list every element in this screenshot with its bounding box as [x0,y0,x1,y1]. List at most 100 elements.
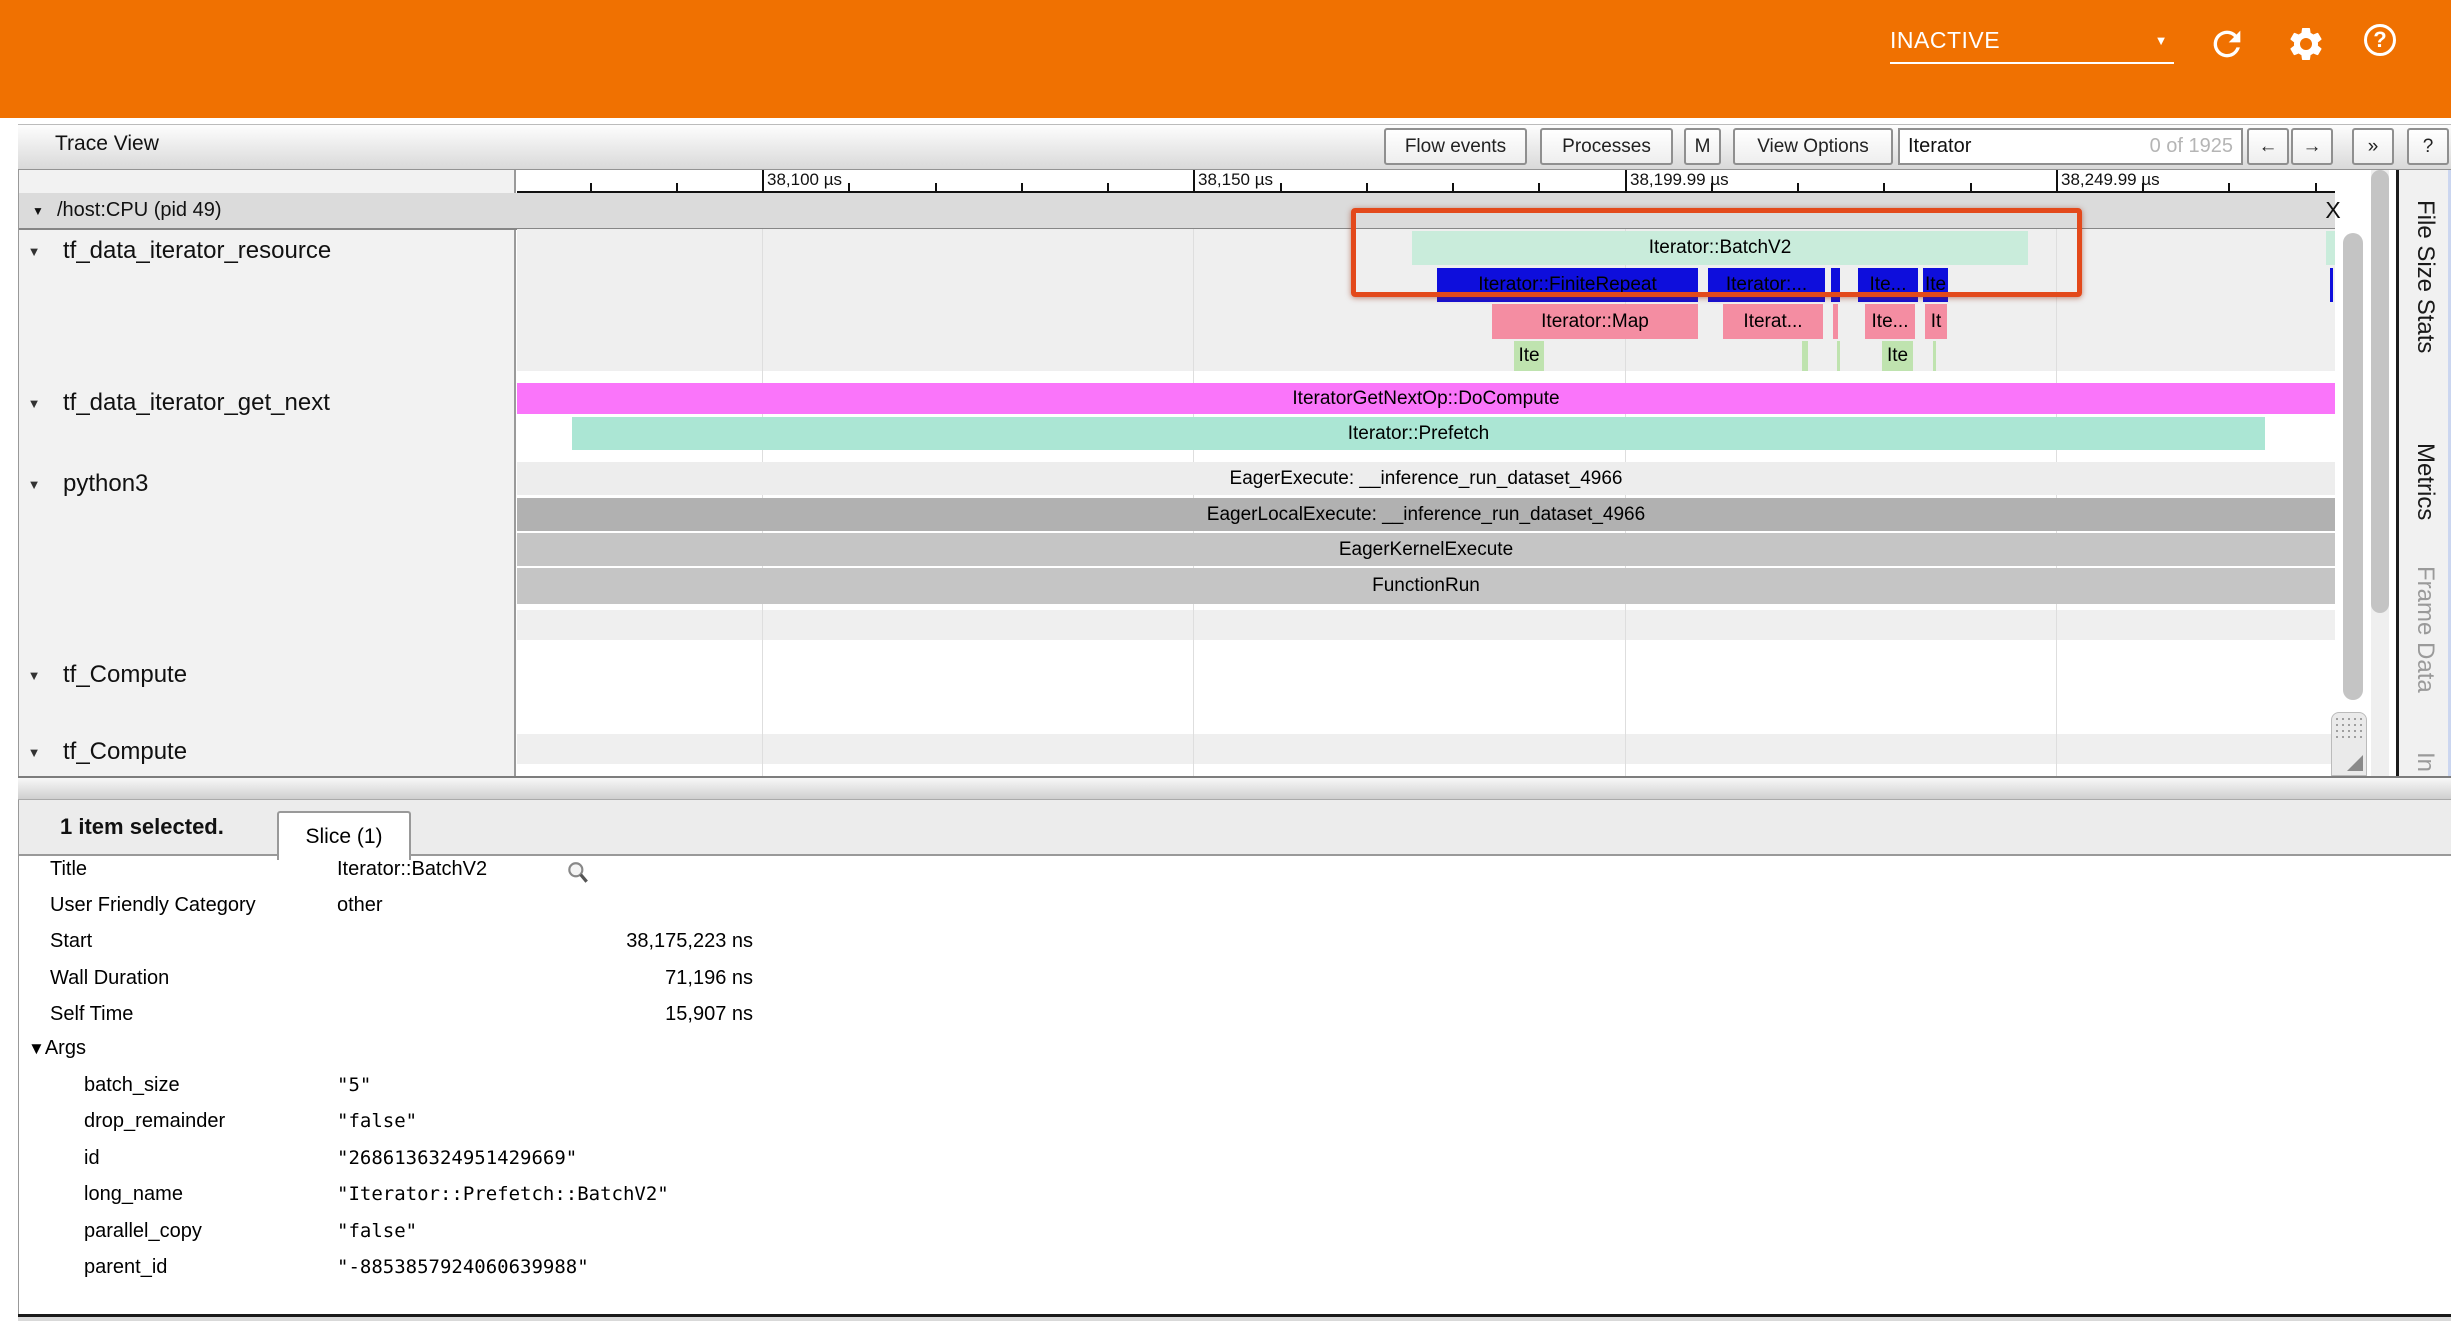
row-stripe [517,734,2335,764]
trace-event-bar[interactable]: Ite [1514,341,1544,371]
ruler-minor-tick [1970,183,1972,191]
toolbar-button-viewoptions[interactable]: View Options [1733,128,1893,165]
collapse-triangle-icon: ▼ [19,477,49,492]
sidebar-tab-in[interactable]: In [2411,752,2439,772]
collapse-triangle-icon: ▼ [19,745,49,760]
track-label-tf_Compute[interactable]: ▼ tf_Compute [19,737,499,767]
trace-event-bar[interactable]: EagerLocalExecute: __inference_run_datas… [517,498,2335,531]
trace-event-bar[interactable]: Iterat... [1723,304,1823,339]
toolbar-button-[interactable]: » [2352,128,2394,165]
sidebar-tab-metrics[interactable]: Metrics [2411,443,2439,520]
sidebar-tab-frame-data[interactable]: Frame Data [2411,566,2439,693]
trace-event-bar[interactable] [2326,231,2335,265]
ruler-minor-tick [1452,183,1454,191]
details-row-title: TitleIterator::BatchV2 [0,858,1200,894]
trace-event-bar[interactable] [1833,304,1838,339]
details-field-label: parallel_copy [84,1220,202,1243]
search-input[interactable]: Iterator 0 of 1925 [1898,128,2243,165]
close-process-button[interactable]: X [2315,193,2351,228]
tab-slice-label: Slice (1) [305,825,382,849]
details-field-value: "false" [337,1110,753,1132]
toolbar-button-m[interactable]: M [1684,128,1721,165]
settings-gear-icon[interactable] [2286,24,2326,64]
details-field-label: User Friendly Category [50,894,256,917]
details-row-parent_id: parent_id "-8853857924060639988" [0,1256,1200,1292]
track-label-tf_Compute[interactable]: ▼ tf_Compute [19,660,499,690]
ruler-minor-tick [2228,183,2230,191]
panel-resize-grip[interactable] [2331,712,2367,776]
ruler-minor-tick [590,183,592,191]
trace-event-bar[interactable]: FunctionRun [517,568,2335,604]
details-field-label: drop_remainder [84,1110,225,1133]
tab-slice[interactable]: Slice (1) [277,811,411,860]
details-field-value: "5" [337,1074,753,1096]
ruler-minor-tick [2142,183,2144,191]
details-row-drop_remainder: drop_remainder "false" [0,1110,1200,1146]
toolbar-button-[interactable]: → [2291,128,2333,165]
magnifier-icon[interactable] [565,860,591,886]
trace-event-bar[interactable] [1933,341,1936,371]
toolbar-button-processes[interactable]: Processes [1540,128,1673,165]
ruler-minor-tick [1107,183,1109,191]
right-tab-sidebar: File Size Stats Metrics Frame Data In [2396,170,2451,776]
trace-event-bar[interactable] [1837,341,1840,371]
trace-event-bar[interactable]: Iterator::Prefetch [572,417,2265,450]
collapse-triangle-icon: ▼ [19,204,57,218]
search-value: Iterator [1908,135,1971,158]
horizontal-splitter[interactable] [18,776,2451,800]
timeline-canvas[interactable]: Iterator::BatchV2Iterator::FiniteRepeatI… [517,229,2335,776]
trace-event-bar[interactable]: Ite... [1865,304,1915,339]
toolbar-button-[interactable]: ← [2247,128,2289,165]
trace-event-bar[interactable]: It [1925,304,1947,339]
trace-event-bar[interactable] [2330,268,2333,302]
ruler-minor-tick [935,183,937,191]
ruler-time-label: 38,249.99 µs [2061,170,2160,190]
ruler-major-tick [1625,170,1627,193]
trace-event-bar[interactable]: Iterator::Map [1492,304,1698,339]
run-status-dropdown[interactable]: INACTIVE ▼ [1890,18,2174,64]
toolbar-button-flowevents[interactable]: Flow events [1384,128,1527,165]
details-row-wall_duration: Wall Duration71,196 ns [0,967,1200,1003]
details-field-value: "false" [337,1220,753,1242]
grip-dots [2336,718,2362,742]
track-label-tf_data_iterator_get_next[interactable]: ▼tf_data_iterator_get_next [19,388,499,418]
track-label-tf_data_iterator_resource[interactable]: ▼tf_data_iterator_resource [19,236,499,266]
args-expander[interactable]: ▼Args [28,1037,86,1060]
timeline-ruler: 38,100 µs38,150 µs38,199.99 µs38,249.99 … [517,170,2335,193]
collapse-triangle-icon: ▼ [19,668,49,683]
ruler-minor-tick [1711,183,1713,191]
details-field-value: "-8853857924060639988" [337,1256,753,1278]
details-field-value: "Iterator::Prefetch::BatchV2" [337,1183,753,1205]
ruler-minor-tick [676,183,678,191]
row-stripe [517,610,2335,640]
ruler-time-label: 38,150 µs [1198,170,1273,190]
track-label-text: tf_Compute [63,661,187,689]
vertical-scrollbar-thumb[interactable] [2371,170,2389,613]
trace-event-bar[interactable]: Ite [1882,341,1913,371]
tensorboard-header: INACTIVE ▼ ? [0,0,2451,118]
toolbar-button-[interactable]: ? [2407,128,2449,165]
ruler-minor-tick [2315,183,2317,191]
trace-event-bar[interactable] [1802,341,1808,371]
sidebar-tab-file-size-stats[interactable]: File Size Stats [2411,200,2439,353]
details-field-label: Wall Duration [50,967,169,990]
process-scrollbar-thumb[interactable] [2343,233,2363,700]
refresh-icon[interactable] [2207,24,2247,64]
trace-event-bar[interactable]: EagerExecute: __inference_run_dataset_49… [517,462,2335,495]
help-icon[interactable]: ? [2364,24,2404,64]
details-row-id: id"2686136324951429669" [0,1147,1200,1183]
selection-count-label: 1 item selected. [60,814,224,840]
help-question-glyph: ? [2364,24,2396,56]
details-field-label: parent_id [84,1256,167,1279]
run-status-label: INACTIVE [1890,27,2000,54]
trace-event-bar[interactable]: IteratorGetNextOp::DoCompute [517,383,2335,414]
trace-event-bar[interactable]: EagerKernelExecute [517,533,2335,566]
ruler-minor-tick [848,183,850,191]
track-label-python3[interactable]: ▼python3 [19,469,499,499]
details-field-label: Title [50,858,87,881]
chevron-down-icon: ▼ [2155,33,2174,48]
details-field-label: id [84,1147,100,1170]
details-row-parallel_copy: parallel_copy "false" [0,1220,1200,1256]
details-row-batch_size: batch_size"5" [0,1074,1200,1110]
track-label-text: tf_Compute [63,738,187,766]
